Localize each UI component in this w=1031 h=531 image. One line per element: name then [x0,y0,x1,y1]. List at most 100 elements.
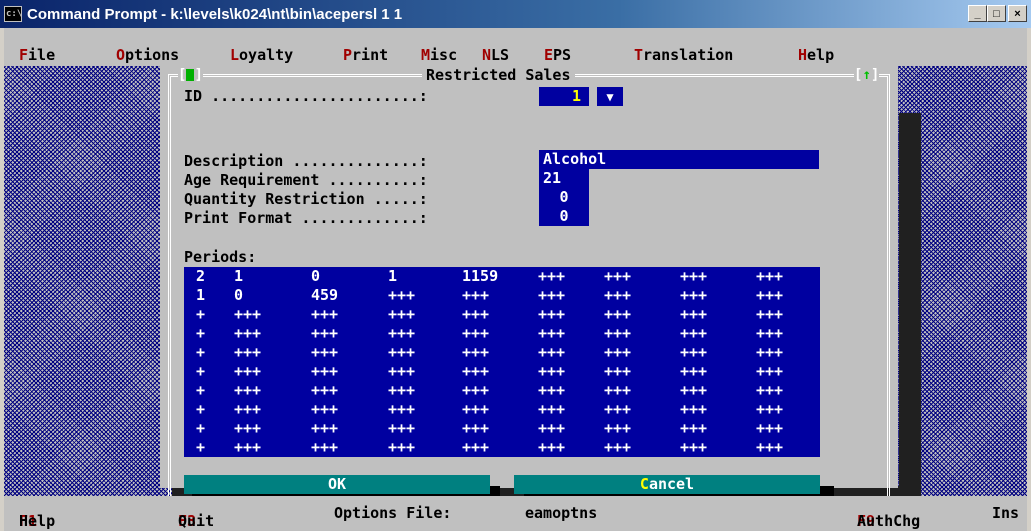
period-cell[interactable]: +++ [388,324,415,342]
period-cell[interactable]: + [196,324,205,342]
period-cell[interactable]: +++ [462,381,489,399]
cancel-button[interactable]: Cancel [514,475,820,494]
period-cell[interactable]: +++ [680,438,707,456]
menu-translation[interactable]: Translation [634,46,733,64]
period-cell[interactable]: +++ [462,419,489,437]
menu-loyalty[interactable]: Loyalty [230,46,293,64]
period-cell[interactable]: 1 [388,267,397,285]
period-cell[interactable]: +++ [680,419,707,437]
age-requirement-field[interactable]: 21 [539,169,589,188]
menu-nls[interactable]: NLS [482,46,509,64]
id-dropdown-button[interactable]: ▼ [597,87,623,106]
period-cell[interactable]: + [196,400,205,418]
period-cell[interactable]: +++ [311,381,338,399]
print-format-field[interactable]: 0 [539,207,589,226]
period-cell[interactable]: +++ [311,419,338,437]
period-cell[interactable]: +++ [680,267,707,285]
maximize-button[interactable]: □ [987,5,1006,22]
period-cell[interactable]: +++ [604,324,631,342]
period-cell[interactable]: 2 [196,267,205,285]
period-cell[interactable]: +++ [538,400,565,418]
period-cell[interactable]: +++ [756,438,783,456]
maximize-box[interactable]: [↑] [854,67,880,83]
period-cell[interactable]: +++ [756,343,783,361]
period-cell[interactable]: 0 [234,286,243,304]
period-cell[interactable]: + [196,381,205,399]
menu-print[interactable]: Print [343,46,388,64]
menu-eps[interactable]: EPS [544,46,571,64]
period-cell[interactable]: + [196,419,205,437]
window-titlebar[interactable]: c:\ Command Prompt - k:\levels\k024\nt\b… [0,0,1031,28]
period-cell[interactable]: +++ [234,400,261,418]
period-cell[interactable]: +++ [756,400,783,418]
period-cell[interactable]: +++ [234,419,261,437]
period-cell[interactable]: +++ [604,400,631,418]
period-cell[interactable]: +++ [756,324,783,342]
period-cell[interactable]: +++ [538,419,565,437]
period-cell[interactable]: +++ [388,305,415,323]
period-cell[interactable]: +++ [680,305,707,323]
period-cell[interactable]: +++ [538,362,565,380]
minimize-button[interactable]: _ [968,5,987,22]
period-cell[interactable]: +++ [680,400,707,418]
period-cell[interactable]: + [196,362,205,380]
period-cell[interactable]: +++ [311,343,338,361]
period-cell[interactable]: +++ [680,381,707,399]
period-cell[interactable]: +++ [311,305,338,323]
periods-row[interactable]: + +++ +++ +++ +++ +++ +++ +++ +++ [184,419,820,438]
close-button[interactable]: × [1008,5,1027,22]
period-cell[interactable]: +++ [388,362,415,380]
period-cell[interactable]: +++ [538,286,565,304]
period-cell[interactable]: + [196,305,205,323]
periods-row[interactable]: + +++ +++ +++ +++ +++ +++ +++ +++ [184,381,820,400]
period-cell[interactable]: +++ [538,438,565,456]
close-box[interactable]: [] [178,67,203,83]
period-cell[interactable]: +++ [604,305,631,323]
period-cell[interactable]: +++ [234,343,261,361]
period-cell[interactable]: +++ [234,305,261,323]
period-cell[interactable]: +++ [756,419,783,437]
period-cell[interactable]: +++ [604,438,631,456]
ok-button[interactable]: OK [184,475,490,494]
periods-row[interactable]: + +++ +++ +++ +++ +++ +++ +++ +++ [184,438,820,457]
period-cell[interactable]: +++ [604,419,631,437]
period-cell[interactable]: +++ [462,324,489,342]
period-cell[interactable]: +++ [462,400,489,418]
period-cell[interactable]: +++ [604,343,631,361]
periods-row[interactable]: + +++ +++ +++ +++ +++ +++ +++ +++ [184,343,820,362]
id-field[interactable]: 1 [539,87,589,106]
period-cell[interactable]: +++ [756,305,783,323]
period-cell[interactable]: 459 [311,286,338,304]
period-cell[interactable]: +++ [680,324,707,342]
period-cell[interactable]: +++ [234,381,261,399]
command-prompt-icon[interactable]: c:\ [4,6,22,22]
menu-options[interactable]: Options [116,46,179,64]
period-cell[interactable]: 1159 [462,267,498,285]
period-cell[interactable]: +++ [538,324,565,342]
period-cell[interactable]: +++ [388,400,415,418]
period-cell[interactable]: +++ [680,343,707,361]
period-cell[interactable]: +++ [234,438,261,456]
period-cell[interactable]: 1 [196,286,205,304]
period-cell[interactable]: +++ [462,362,489,380]
period-cell[interactable]: + [196,343,205,361]
period-cell[interactable]: 1 [234,267,243,285]
periods-row[interactable]: + +++ +++ +++ +++ +++ +++ +++ +++ [184,305,820,324]
period-cell[interactable]: +++ [538,267,565,285]
period-cell[interactable]: +++ [311,438,338,456]
period-cell[interactable]: 0 [311,267,320,285]
period-cell[interactable]: +++ [388,438,415,456]
periods-grid[interactable]: 2 1 0 1 1159 +++ +++ +++ +++ 1 0 459 +++… [184,267,820,457]
menu-file[interactable]: File [19,46,55,64]
period-cell[interactable]: +++ [756,286,783,304]
period-cell[interactable]: +++ [756,362,783,380]
period-cell[interactable]: +++ [756,381,783,399]
period-cell[interactable]: +++ [538,381,565,399]
periods-row[interactable]: 2 1 0 1 1159 +++ +++ +++ +++ [184,267,820,286]
period-cell[interactable]: +++ [680,286,707,304]
period-cell[interactable]: +++ [462,305,489,323]
period-cell[interactable]: +++ [680,362,707,380]
periods-row[interactable]: 1 0 459 +++ +++ +++ +++ +++ +++ [184,286,820,305]
periods-row[interactable]: + +++ +++ +++ +++ +++ +++ +++ +++ [184,324,820,343]
period-cell[interactable]: +++ [462,438,489,456]
